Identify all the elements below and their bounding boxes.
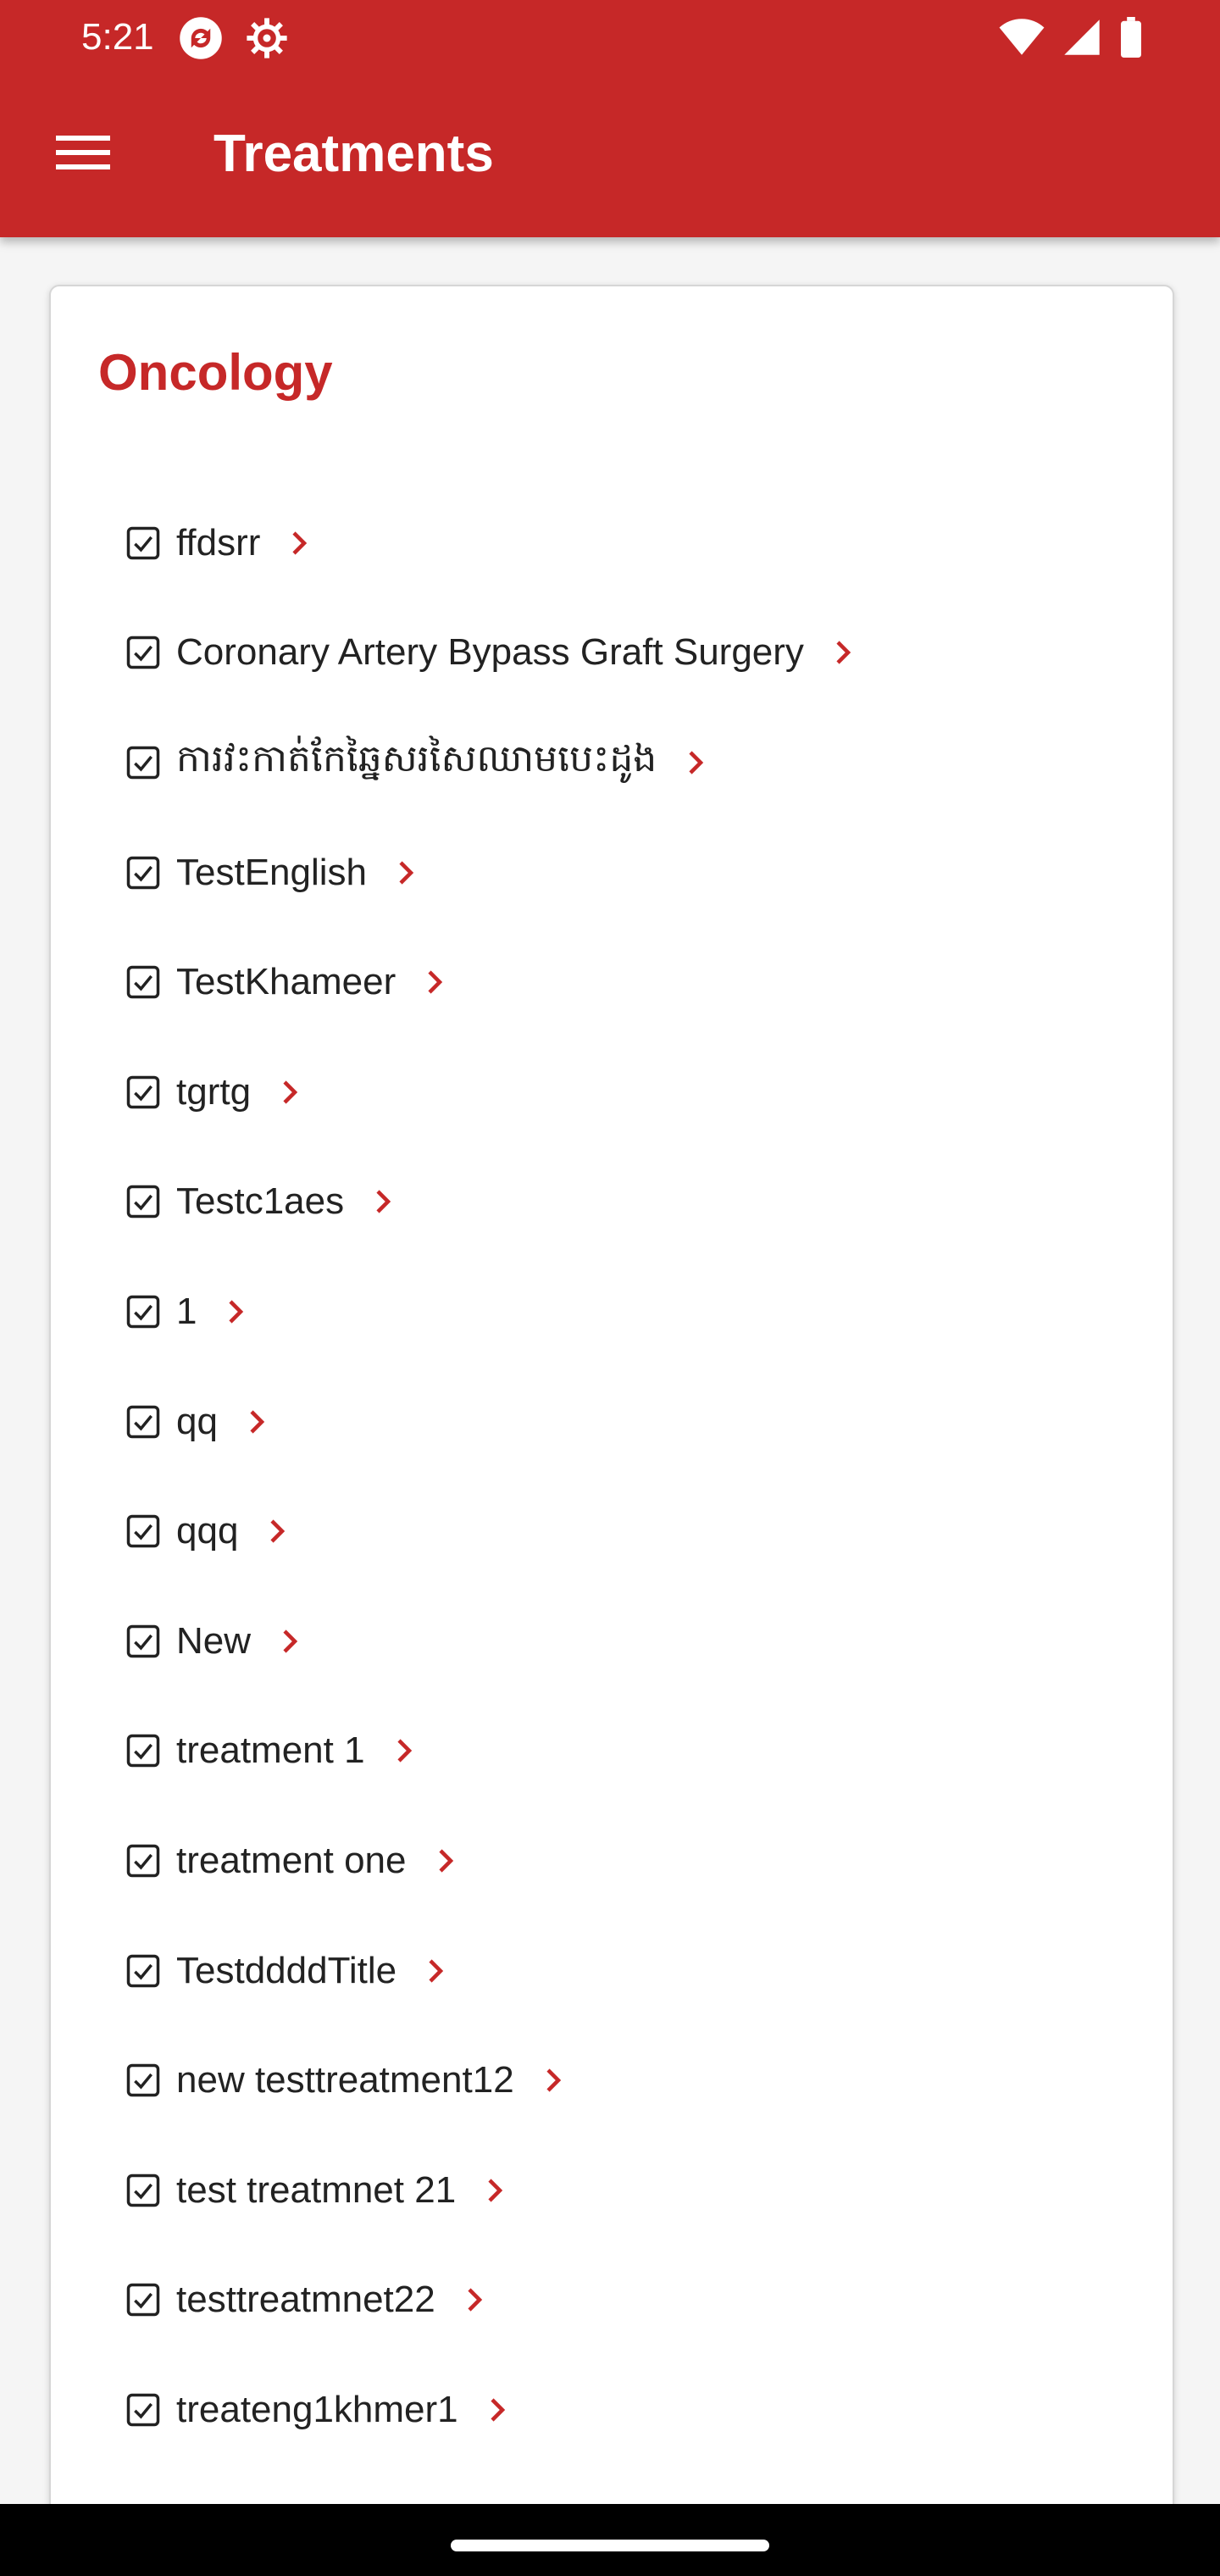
chevron-right-icon	[689, 751, 704, 774]
checkbox-checked-icon	[126, 1295, 160, 1329]
checkbox-checked-icon	[126, 1514, 160, 1548]
chevron-right-icon	[429, 1958, 444, 1983]
cellular-signal-icon	[1062, 18, 1101, 61]
chevron-right-icon	[292, 531, 308, 555]
chevron-right-icon	[491, 2398, 505, 2422]
treatment-item[interactable]: treatment one	[125, 1806, 1125, 1916]
treatment-item[interactable]: Coronary Artery Bypass Graft Surgery	[125, 598, 1125, 708]
treatment-item[interactable]: qqq	[125, 1476, 1125, 1586]
treatment-label: Testc1aes	[176, 1180, 345, 1223]
treatment-item[interactable]: qq	[125, 1367, 1125, 1477]
treatment-item[interactable]: test treatmnet 21	[125, 2135, 1125, 2246]
treatment-item[interactable]: TestddddTitle	[125, 1916, 1125, 2026]
category-title: Oncology	[98, 344, 333, 401]
checkbox-checked-icon	[126, 856, 160, 889]
chevron-right-icon	[428, 970, 443, 994]
treatment-item[interactable]: Testc1aes	[125, 1147, 1125, 1257]
treatment-label: TestKhameer	[176, 961, 396, 1003]
wifi-icon	[998, 18, 1045, 61]
chevron-right-icon	[376, 1190, 391, 1213]
chevron-right-icon	[399, 860, 414, 885]
chevron-right-icon	[283, 1629, 298, 1653]
treatment-label: New	[176, 1619, 252, 1662]
checkbox-checked-icon	[126, 636, 160, 669]
status-time: 5:21	[81, 16, 154, 58]
treatment-label: 1	[176, 1290, 197, 1332]
chevron-right-icon	[250, 1409, 265, 1434]
checkbox-checked-icon	[126, 965, 160, 999]
sync-icon	[178, 15, 224, 65]
battery-icon	[1118, 17, 1144, 62]
checkbox-checked-icon	[126, 2393, 160, 2427]
status-bar: 5:21	[0, 0, 1220, 76]
treatment-list: ffdsrr Coronary Artery Bypass Graft Surge…	[125, 488, 1125, 2465]
treatment-label: new testtreatment12	[176, 2059, 514, 2101]
treatment-item[interactable]: ffdsrr	[125, 488, 1125, 598]
chevron-right-icon	[546, 2068, 561, 2092]
chevron-right-icon	[283, 1080, 298, 1104]
main-content: Oncology ffdsrr Coronary Artery Bypass Gr…	[0, 237, 1220, 2576]
settings-gear-icon	[244, 15, 290, 65]
checkbox-checked-icon	[126, 1624, 160, 1657]
treatment-label: qq	[176, 1400, 218, 1442]
treatment-item[interactable]: New	[125, 1586, 1125, 1696]
treatment-label: qqq	[176, 1510, 239, 1552]
treatment-item[interactable]: treatment 1	[125, 1696, 1125, 1807]
treatment-item[interactable]: treateng1khmer1	[125, 2355, 1125, 2465]
treatment-label: test treatmnet 21	[176, 2168, 457, 2211]
treatment-label: Coronary Artery Bypass Graft Surgery	[176, 631, 804, 674]
chevron-right-icon	[438, 1849, 453, 1873]
menu-button[interactable]	[47, 119, 119, 190]
page-title: Treatments	[214, 125, 494, 183]
checkbox-checked-icon	[126, 1735, 160, 1768]
checkbox-checked-icon	[126, 1185, 160, 1219]
chevron-right-icon	[488, 2179, 503, 2202]
checkbox-checked-icon	[126, 2174, 160, 2207]
treatment-category-card: Oncology ffdsrr Coronary Artery Bypass Gr…	[49, 285, 1174, 2576]
treatment-item[interactable]: tgrtg	[125, 1037, 1125, 1147]
hamburger-menu-icon	[56, 132, 110, 177]
checkbox-checked-icon	[126, 2063, 160, 2097]
chevron-right-icon	[396, 1739, 412, 1763]
checkbox-checked-icon	[126, 526, 160, 560]
treatment-item[interactable]: ការវះកាត់កែឆ្នៃសរសៃឈាមបេះដូង	[125, 708, 1125, 818]
treatment-item[interactable]: testtreatmnet22	[125, 2246, 1125, 2356]
treatment-item[interactable]: TestEnglish	[125, 818, 1125, 928]
chevron-right-icon	[229, 1300, 244, 1324]
treatment-item[interactable]: 1	[125, 1257, 1125, 1367]
treatment-label: testtreatmnet22	[176, 2279, 435, 2321]
chevron-right-icon	[836, 641, 851, 664]
checkbox-checked-icon	[126, 1405, 160, 1438]
system-navigation-bar	[0, 2504, 1220, 2576]
treatment-label: ការវះកាត់កែឆ្នៃសរសៃឈាមបេះដូង	[176, 737, 657, 780]
checkbox-checked-icon	[126, 1844, 160, 1878]
treatment-label: TestEnglish	[176, 851, 368, 893]
treatment-label: ffdsrr	[176, 521, 261, 564]
checkbox-checked-icon	[126, 746, 160, 780]
treatment-item[interactable]: new testtreatment12	[125, 2025, 1125, 2135]
app-header: 5:21 Treatments	[0, 0, 1220, 237]
home-gesture-handle[interactable]	[451, 2540, 769, 2551]
chevron-right-icon	[270, 1519, 286, 1543]
treatment-label: treatment 1	[176, 1729, 365, 1772]
checkbox-checked-icon	[126, 2284, 160, 2317]
treatment-label: TestddddTitle	[176, 1949, 397, 1991]
treatment-label: treateng1khmer1	[176, 2388, 458, 2430]
checkbox-checked-icon	[126, 1954, 160, 1987]
chevron-right-icon	[468, 2288, 482, 2312]
checkbox-checked-icon	[126, 1075, 160, 1109]
treatment-label: treatment one	[176, 1839, 407, 1881]
treatment-item[interactable]: TestKhameer	[125, 927, 1125, 1037]
treatment-label: tgrtg	[176, 1070, 252, 1113]
